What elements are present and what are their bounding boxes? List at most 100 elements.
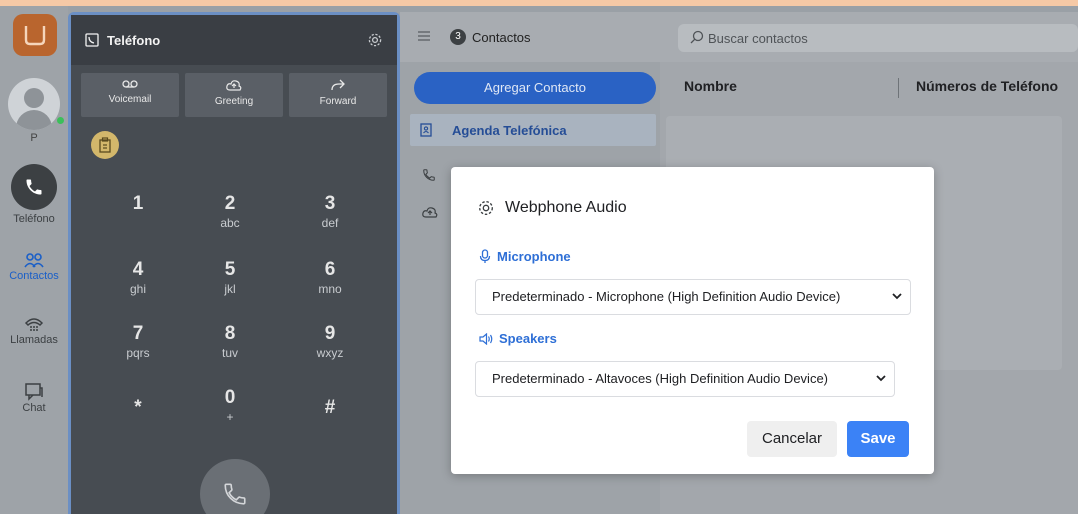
contacts-count-badge: 3 xyxy=(450,29,466,45)
phone-header: Teléfono xyxy=(71,15,397,65)
key-letters: mno xyxy=(318,282,342,296)
key-digit: * xyxy=(134,397,142,418)
phone-icon xyxy=(26,179,42,195)
call-button[interactable] xyxy=(200,459,270,514)
key-8[interactable]: 8 tuv xyxy=(190,323,270,360)
key-letters: + xyxy=(226,410,234,424)
app-logo xyxy=(13,14,57,56)
voicemail-button[interactable]: Voicemail xyxy=(81,73,179,117)
microphone-select[interactable]: Predeterminado - Microphone (High Defini… xyxy=(475,279,911,315)
key-3[interactable]: 3 def xyxy=(290,193,370,230)
key-1[interactable]: 1 xyxy=(98,193,178,216)
microphone-select-value: Predeterminado - Microphone (High Defini… xyxy=(492,289,841,304)
left-rail: P Teléfono Contactos Llamadas Chat xyxy=(0,6,68,514)
forward-button[interactable]: Forward xyxy=(289,73,387,117)
key-digit: 3 xyxy=(324,193,336,214)
key-7[interactable]: 7 pqrs xyxy=(98,323,178,360)
key-digit: # xyxy=(324,397,336,418)
sidebar-item-agenda[interactable]: Agenda Telefónica xyxy=(410,114,656,146)
microphone-icon xyxy=(479,249,491,263)
column-divider xyxy=(898,78,899,98)
key-digit: 8 xyxy=(224,323,236,344)
key-letters: wxyz xyxy=(316,346,344,360)
microphone-section-label: Microphone xyxy=(479,249,571,264)
logo-icon xyxy=(24,26,46,46)
gear-icon xyxy=(479,201,493,215)
presence-indicator xyxy=(56,116,65,125)
clipboard-button[interactable] xyxy=(91,131,119,159)
rail-label-llamadas: Llamadas xyxy=(10,334,58,346)
key-digit: 0 xyxy=(224,387,236,408)
phone-panel: Teléfono Voicemail Greeting Forward 1 2 … xyxy=(68,12,400,514)
menu-icon[interactable] xyxy=(418,31,430,41)
key-digit: 4 xyxy=(132,259,144,280)
call-history-icon xyxy=(24,318,44,331)
cloud-upload-icon xyxy=(226,80,242,91)
search-icon xyxy=(690,30,704,44)
key-hash[interactable]: # xyxy=(290,397,370,420)
save-button[interactable]: Save xyxy=(847,421,909,457)
speakers-label: Speakers xyxy=(499,331,557,346)
cancel-button[interactable]: Cancelar xyxy=(747,421,837,457)
cloud-upload-icon[interactable] xyxy=(422,206,438,218)
contacts-icon xyxy=(24,253,44,268)
forward-label: Forward xyxy=(319,96,357,107)
key-letters: abc xyxy=(220,216,240,230)
dialog-title-text: Webphone Audio xyxy=(505,199,627,216)
key-letters: pqrs xyxy=(126,346,150,360)
key-digit: 5 xyxy=(224,259,236,280)
speaker-icon xyxy=(479,332,493,345)
agenda-label: Agenda Telefónica xyxy=(452,123,567,138)
key-0[interactable]: 0 + xyxy=(190,387,270,424)
rail-item-chat[interactable]: Chat xyxy=(0,382,68,414)
chat-icon xyxy=(25,383,43,401)
key-letters: ghi xyxy=(129,282,146,296)
greeting-label: Greeting xyxy=(214,96,254,107)
key-digit: 1 xyxy=(132,193,144,214)
add-contact-button[interactable]: Agregar Contacto xyxy=(414,72,656,104)
speakers-select[interactable]: Predeterminado - Altavoces (High Definit… xyxy=(475,361,895,397)
rail-item-telefono[interactable]: Teléfono xyxy=(0,164,68,225)
key-digit: 6 xyxy=(324,259,336,280)
key-4[interactable]: 4 ghi xyxy=(98,259,178,296)
key-star[interactable]: * xyxy=(98,397,178,420)
clipboard-icon xyxy=(99,137,111,153)
key-6[interactable]: 6 mno xyxy=(290,259,370,296)
phone-square-icon xyxy=(85,33,99,47)
rail-label-contactos: Contactos xyxy=(9,270,59,282)
chevron-down-icon xyxy=(892,293,902,300)
chevron-down-icon xyxy=(876,375,886,382)
voicemail-label: Voicemail xyxy=(108,94,152,105)
forward-arrow-icon xyxy=(331,79,345,91)
greeting-button[interactable]: Greeting xyxy=(185,73,283,117)
address-book-icon xyxy=(420,123,432,137)
rail-label-chat: Chat xyxy=(22,402,46,414)
column-header-name[interactable]: Nombre xyxy=(684,78,737,94)
speakers-select-value: Predeterminado - Altavoces (High Definit… xyxy=(492,371,829,386)
key-letters: tuv xyxy=(221,346,238,360)
voicemail-icon xyxy=(122,80,138,88)
rail-label-telefono: Teléfono xyxy=(13,213,55,225)
key-5[interactable]: 5 jkl xyxy=(190,259,270,296)
rail-item-contactos[interactable]: Contactos xyxy=(0,252,68,282)
key-2[interactable]: 2 abc xyxy=(190,193,270,230)
column-header-numbers[interactable]: Números de Teléfono xyxy=(916,78,1058,94)
key-letters: def xyxy=(321,216,339,230)
rail-item-llamadas[interactable]: Llamadas xyxy=(0,314,68,346)
phone-icon[interactable] xyxy=(422,168,436,182)
key-letters: jkl xyxy=(224,282,236,296)
contacts-title: Contactos xyxy=(472,30,531,45)
webphone-audio-dialog: Webphone Audio Microphone Predeterminado… xyxy=(451,167,934,474)
phone-title: Teléfono xyxy=(107,32,161,48)
search-input[interactable]: Buscar contactos xyxy=(678,24,1078,52)
key-digit: 7 xyxy=(132,323,144,344)
dialog-title: Webphone Audio xyxy=(477,199,627,217)
phone-settings-icon[interactable] xyxy=(367,32,383,48)
user-initial: P xyxy=(30,132,38,144)
phone-call-icon xyxy=(224,483,246,505)
contacts-header: 3 Contactos Buscar contactos xyxy=(400,12,1078,62)
microphone-label: Microphone xyxy=(497,249,571,264)
user-avatar[interactable] xyxy=(8,78,60,130)
key-digit: 2 xyxy=(224,193,236,214)
key-9[interactable]: 9 wxyz xyxy=(290,323,370,360)
